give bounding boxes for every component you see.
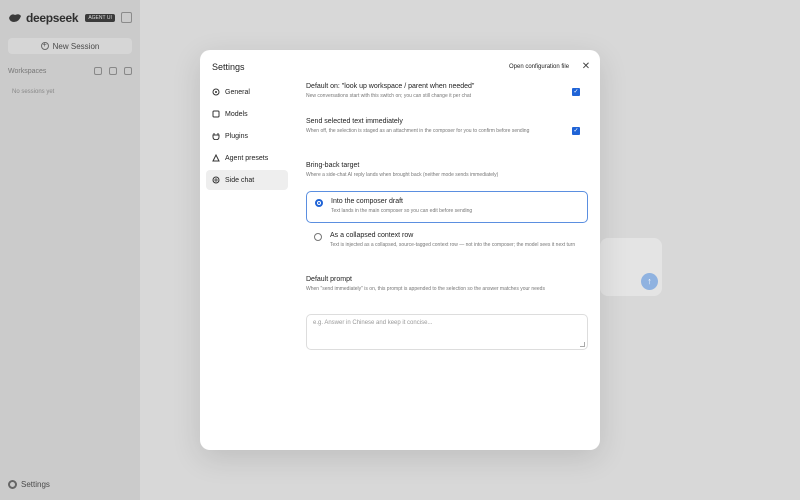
robot-icon xyxy=(212,154,220,162)
app-settings-label: Settings xyxy=(21,480,50,489)
add-folder-icon[interactable] xyxy=(109,67,117,75)
setting-default-on: Default on: "look up workspace / parent … xyxy=(306,83,566,101)
nav-item-plugins[interactable]: Plugins xyxy=(206,126,288,146)
setting-title: Default prompt xyxy=(306,276,352,283)
setting-title: Bring-back target xyxy=(306,162,360,169)
resize-handle-icon[interactable] xyxy=(580,342,585,347)
setting-bring-back: Bring-back target Where a side-chat AI r… xyxy=(306,162,588,180)
brand: deepseek AGENT UI xyxy=(8,11,115,25)
open-config-button[interactable]: Open configuration file xyxy=(504,60,575,74)
setting-desc: When "send immediately" is on, this prom… xyxy=(306,286,545,292)
radio-option-collapsed-row[interactable]: As a collapsed context row Text is injec… xyxy=(306,226,588,256)
refresh-icon[interactable] xyxy=(124,67,132,75)
brand-name: deepseek xyxy=(26,11,79,25)
new-session-label: New Session xyxy=(52,41,100,51)
nav-label: Agent presets xyxy=(225,154,269,162)
chat-icon xyxy=(212,176,220,184)
collapse-sidebar-icon[interactable] xyxy=(121,12,132,23)
prompt-placeholder: e.g. Answer in Chinese and keep it conci… xyxy=(313,320,433,326)
gear-icon xyxy=(212,88,220,96)
option-title: Into the composer draft xyxy=(331,198,403,205)
plug-icon xyxy=(212,133,220,140)
nav-item-general[interactable]: General xyxy=(206,82,288,102)
nav-item-side-chat[interactable]: Side chat xyxy=(206,170,288,190)
radio-button[interactable] xyxy=(315,199,323,207)
close-icon[interactable]: ✕ xyxy=(581,62,591,72)
nav-item-agent-presets[interactable]: Agent presets xyxy=(206,148,288,168)
plus-icon: + xyxy=(40,42,49,50)
nav-label: Models xyxy=(225,110,248,118)
setting-desc: When off, the selection is staged as an … xyxy=(306,128,530,134)
workspaces-label: Workspaces xyxy=(8,67,47,75)
default-prompt-textarea[interactable]: e.g. Answer in Chinese and keep it conci… xyxy=(306,314,588,350)
modal-title: Settings xyxy=(212,62,245,72)
nav-item-models[interactable]: Models xyxy=(206,104,288,124)
option-desc: Text is injected as a collapsed, source-… xyxy=(330,242,576,248)
nav-label: Side chat xyxy=(225,176,255,184)
setting-send-immediately: Send selected text immediately When off,… xyxy=(306,118,561,136)
whale-logo-icon xyxy=(9,14,21,22)
gear-icon xyxy=(8,480,17,489)
setting-title: Send selected text immediately xyxy=(306,118,403,125)
settings-nav: General Models Plugins Agent presets Sid… xyxy=(206,82,288,192)
no-sessions-text: No sessions yet xyxy=(12,89,55,95)
new-session-button[interactable]: + New Session xyxy=(8,38,132,54)
nav-label: Plugins xyxy=(225,132,248,140)
setting-title: Default on: "look up workspace / parent … xyxy=(306,83,475,90)
send-icon: ↑ xyxy=(641,273,658,290)
default-on-checkbox[interactable]: ✓ xyxy=(572,88,580,96)
radio-button[interactable] xyxy=(314,233,322,241)
app-sidebar: deepseek AGENT UI + New Session Workspac… xyxy=(0,0,140,500)
app-settings-button[interactable]: Settings xyxy=(8,480,50,489)
setting-desc: New conversations start with this switch… xyxy=(306,93,472,99)
cube-icon xyxy=(212,110,220,118)
settings-modal: Settings Open configuration file ✕ Gener… xyxy=(200,50,600,450)
send-immediately-checkbox[interactable]: ✓ xyxy=(572,127,580,135)
setting-default-prompt: Default prompt When "send immediately" i… xyxy=(306,276,588,294)
setting-desc: Where a side-chat AI reply lands when br… xyxy=(306,172,499,178)
option-desc: Text lands in the main composer so you c… xyxy=(331,208,473,214)
search-icon[interactable] xyxy=(94,67,102,75)
radio-option-composer-draft[interactable]: Into the composer draft Text lands in th… xyxy=(306,191,588,223)
workspaces-header: Workspaces xyxy=(8,66,132,76)
option-title: As a collapsed context row xyxy=(330,232,414,239)
nav-label: General xyxy=(225,88,250,96)
brand-badge: AGENT UI xyxy=(85,14,115,22)
